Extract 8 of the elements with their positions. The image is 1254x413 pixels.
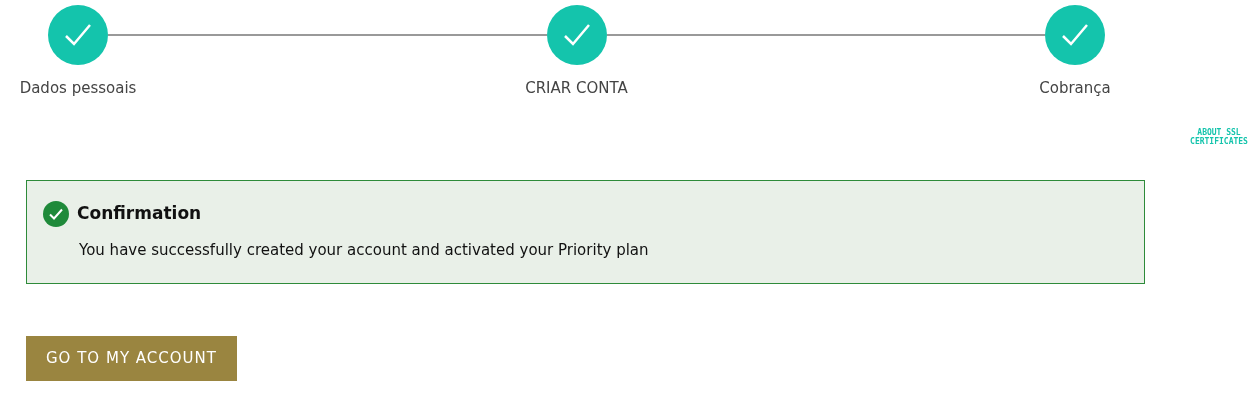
- go-to-account-button[interactable]: GO TO MY ACCOUNT: [26, 336, 237, 381]
- alert-message: You have successfully created your account and activated your Priority plan: [79, 239, 650, 261]
- step-label: CRIAR CONTA: [525, 78, 628, 99]
- step-label: Cobrança: [1039, 78, 1111, 99]
- ssl-certificates-link[interactable]: ABOUT SSL CERTIFICATES: [1184, 127, 1254, 146]
- step-label: Dados pessoais: [19, 78, 137, 99]
- check-circle-icon: [43, 200, 69, 227]
- alert-title: Confirmation: [77, 201, 202, 225]
